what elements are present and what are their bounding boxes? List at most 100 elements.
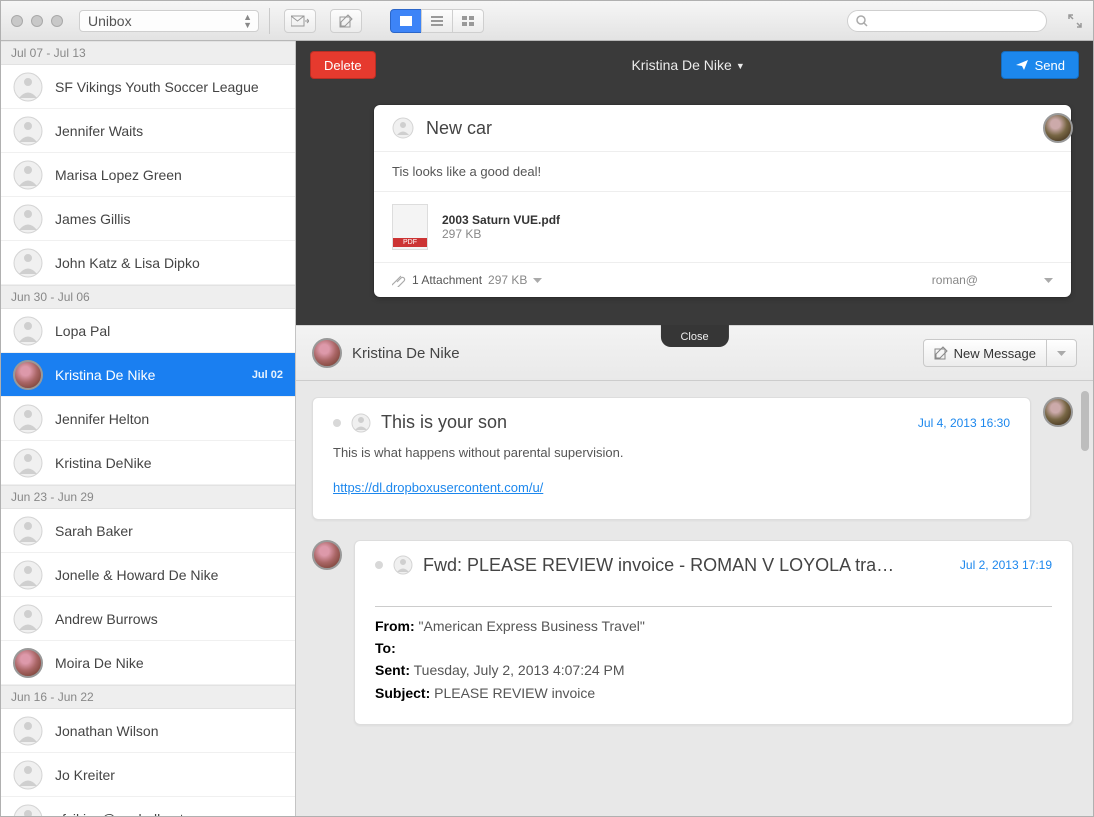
message-avatar bbox=[1043, 397, 1073, 427]
view-mode-group bbox=[390, 9, 484, 33]
conversation-item[interactable]: Sarah Baker bbox=[1, 509, 295, 553]
compose-subject[interactable]: New car bbox=[426, 118, 1053, 139]
conversation-item[interactable]: Moira De Nike bbox=[1, 641, 295, 685]
zoom-window-icon[interactable] bbox=[51, 15, 63, 27]
conversation-header: Kristina De Nike Close New Message bbox=[296, 325, 1093, 381]
compose-card: New car Tis looks like a good deal! 2003… bbox=[374, 105, 1071, 297]
conversation-item[interactable]: Kristina De NikeJul 02 bbox=[1, 353, 295, 397]
message-subject: Fwd: PLEASE REVIEW invoice - ROMAN V LOY… bbox=[423, 555, 950, 576]
sender-avatar[interactable] bbox=[1043, 113, 1073, 143]
view-grid-button[interactable] bbox=[452, 9, 484, 33]
conversation-item[interactable]: Andrew Burrows bbox=[1, 597, 295, 641]
avatar bbox=[13, 160, 43, 190]
attachment-total-size: 297 KB bbox=[488, 273, 527, 287]
window-controls[interactable] bbox=[11, 15, 69, 27]
chevron-down-icon[interactable] bbox=[1044, 276, 1053, 285]
conversation-name: Lopa Pal bbox=[55, 323, 283, 339]
conversation-item[interactable]: sfviking@pacbell.net bbox=[1, 797, 295, 816]
compose-toolbar: Delete Kristina De Nike▼ Send bbox=[296, 41, 1093, 89]
chevron-down-icon[interactable] bbox=[533, 276, 542, 285]
avatar bbox=[13, 604, 43, 634]
compose-button[interactable] bbox=[330, 9, 362, 33]
avatar bbox=[13, 648, 43, 678]
compose-zone: Delete Kristina De Nike▼ Send New car bbox=[296, 41, 1093, 325]
avatar bbox=[13, 116, 43, 146]
app-window: Unibox ▲▼ Jul 07 bbox=[0, 0, 1094, 817]
search-field[interactable] bbox=[847, 10, 1047, 32]
compose-body: Tis looks like a good deal! bbox=[392, 164, 541, 179]
person-icon bbox=[393, 555, 413, 575]
conversation-item[interactable]: Jonathan Wilson bbox=[1, 709, 295, 753]
attachment-size: 297 KB bbox=[442, 227, 560, 241]
conversation-name: Kristina De Nike bbox=[55, 367, 240, 383]
conversation-item[interactable]: Jennifer Helton bbox=[1, 397, 295, 441]
view-single-button[interactable] bbox=[390, 9, 422, 33]
conversation-item[interactable]: James Gillis bbox=[1, 197, 295, 241]
conversation-item[interactable]: John Katz & Lisa Dipko bbox=[1, 241, 295, 285]
compose-attachment-row: 2003 Saturn VUE.pdf 297 KB bbox=[374, 192, 1071, 263]
avatar bbox=[13, 560, 43, 590]
search-input[interactable] bbox=[874, 14, 1038, 28]
compose-to[interactable]: Kristina De Nike▼ bbox=[386, 57, 991, 73]
message-list: This is your sonJul 4, 2013 16:30This is… bbox=[296, 381, 1093, 816]
search-icon bbox=[856, 15, 868, 27]
conversation-name: Sarah Baker bbox=[55, 523, 283, 539]
account-switcher[interactable]: Unibox ▲▼ bbox=[79, 10, 259, 32]
avatar bbox=[13, 716, 43, 746]
conversation-name: Jonathan Wilson bbox=[55, 723, 283, 739]
message-bubble[interactable]: Fwd: PLEASE REVIEW invoice - ROMAN V LOY… bbox=[354, 540, 1073, 726]
send-button[interactable]: Send bbox=[1001, 51, 1079, 79]
conversation-item[interactable]: Lopa Pal bbox=[1, 309, 295, 353]
close-window-icon[interactable] bbox=[11, 15, 23, 27]
conversation-item[interactable]: Jennifer Waits bbox=[1, 109, 295, 153]
conversation-name: Kristina DeNike bbox=[55, 455, 283, 471]
person-icon bbox=[351, 413, 371, 433]
avatar bbox=[13, 404, 43, 434]
message-link[interactable]: https://dl.dropboxusercontent.com/u/ bbox=[333, 480, 543, 495]
section-header: Jun 23 - Jun 29 bbox=[1, 485, 295, 509]
scrollbar-thumb[interactable] bbox=[1081, 391, 1089, 451]
conversation-item[interactable]: Kristina DeNike bbox=[1, 441, 295, 485]
conversation-item[interactable]: Jonelle & Howard De Nike bbox=[1, 553, 295, 597]
unread-dot-icon bbox=[375, 561, 383, 569]
reply-button[interactable] bbox=[284, 9, 316, 33]
avatar bbox=[13, 204, 43, 234]
avatar bbox=[13, 516, 43, 546]
compose-from[interactable]: roman@ bbox=[932, 273, 978, 287]
fullscreen-icon[interactable] bbox=[1067, 13, 1083, 29]
attachment-filename[interactable]: 2003 Saturn VUE.pdf bbox=[442, 213, 560, 227]
person-avatar[interactable] bbox=[312, 338, 342, 368]
forward-header: From: "American Express Business Travel"… bbox=[375, 606, 1052, 705]
new-message-button[interactable]: New Message bbox=[923, 339, 1077, 367]
section-header: Jun 30 - Jul 06 bbox=[1, 285, 295, 309]
paperclip-icon[interactable] bbox=[392, 273, 406, 287]
conversation-name: Andrew Burrows bbox=[55, 611, 283, 627]
main-panel: Delete Kristina De Nike▼ Send New car bbox=[296, 41, 1093, 816]
delete-button[interactable]: Delete bbox=[310, 51, 376, 79]
send-icon bbox=[1015, 59, 1029, 71]
avatar bbox=[13, 72, 43, 102]
conversation-name: sfviking@pacbell.net bbox=[55, 811, 283, 817]
message-bubble[interactable]: This is your sonJul 4, 2013 16:30This is… bbox=[312, 397, 1031, 520]
conversation-name: James Gillis bbox=[55, 211, 283, 227]
view-list-icon bbox=[430, 15, 444, 27]
attachment-count: 1 Attachment bbox=[412, 273, 482, 287]
avatar bbox=[13, 360, 43, 390]
view-list-button[interactable] bbox=[421, 9, 453, 33]
compose-body-row[interactable]: Tis looks like a good deal! bbox=[374, 152, 1071, 192]
conversation-name: Marisa Lopez Green bbox=[55, 167, 283, 183]
updown-icon: ▲▼ bbox=[243, 13, 252, 29]
new-message-label: New Message bbox=[954, 346, 1036, 361]
message-row: This is your sonJul 4, 2013 16:30This is… bbox=[312, 397, 1073, 520]
conversation-item[interactable]: Jo Kreiter bbox=[1, 753, 295, 797]
compose-subject-row: New car bbox=[374, 105, 1071, 152]
attachment-thumb-icon[interactable] bbox=[392, 204, 428, 250]
conversation-item[interactable]: Marisa Lopez Green bbox=[1, 153, 295, 197]
minimize-window-icon[interactable] bbox=[31, 15, 43, 27]
avatar bbox=[13, 804, 43, 817]
message-subject: This is your son bbox=[381, 412, 908, 433]
conversation-item[interactable]: SF Vikings Youth Soccer League bbox=[1, 65, 295, 109]
avatar bbox=[13, 316, 43, 346]
close-compose-button[interactable]: Close bbox=[660, 325, 728, 347]
avatar bbox=[13, 448, 43, 478]
